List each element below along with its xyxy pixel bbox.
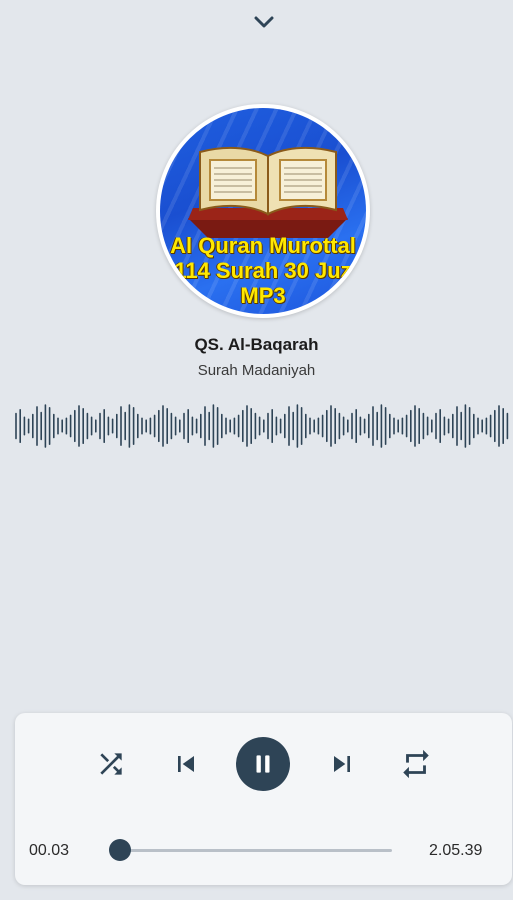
repeat-button[interactable]: [398, 746, 434, 782]
shuffle-icon: [100, 753, 122, 775]
elapsed-time: 00.03: [29, 842, 70, 859]
cover-title-line-3: MP3: [240, 283, 286, 308]
seek-bar[interactable]: [120, 849, 392, 852]
player-panel: 00.03 2.05.39: [15, 713, 512, 885]
chevron-down-icon: [254, 16, 274, 28]
seek-bar-thumb[interactable]: [109, 839, 131, 861]
pause-icon: [256, 755, 270, 773]
pause-button[interactable]: [236, 737, 290, 791]
collapse-button[interactable]: [250, 8, 278, 36]
shuffle-button[interactable]: [93, 746, 129, 782]
audio-waveform: [15, 404, 509, 448]
track-title: QS. Al-Baqarah: [194, 335, 319, 354]
track-subtitle: Surah Madaniyah: [197, 362, 316, 379]
skip-previous-icon: [178, 756, 194, 772]
repeat-icon: [403, 749, 429, 779]
previous-button[interactable]: [168, 746, 204, 782]
quran-book-image: [188, 146, 348, 238]
cover-title-line-1: Al Quran Murottal: [170, 233, 356, 258]
album-cover: Al Quran Murottal 114 Surah 30 Juz MP3: [156, 104, 370, 318]
cover-title-line-2: 114 Surah 30 Juz: [174, 258, 352, 283]
next-button[interactable]: [324, 746, 360, 782]
skip-next-icon: [334, 756, 350, 772]
total-duration: 2.05.39: [429, 842, 483, 859]
